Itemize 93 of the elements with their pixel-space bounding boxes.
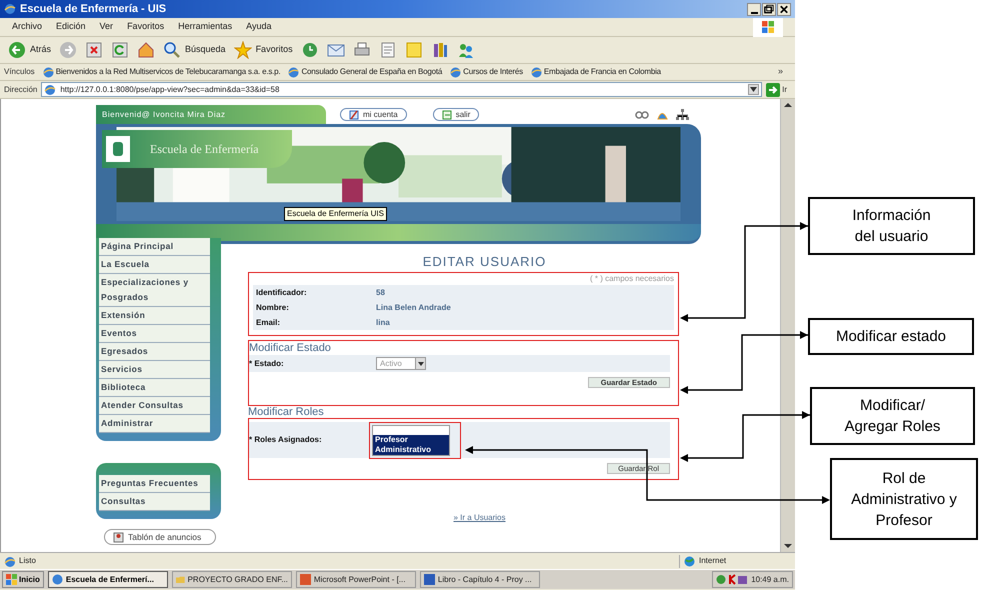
restore-button[interactable] <box>762 2 776 16</box>
close-button[interactable] <box>777 2 791 16</box>
clock: 10:49 a.m. <box>751 574 789 586</box>
nav-link[interactable]: Atender Consultas <box>99 397 210 415</box>
nav-link[interactable]: Administrar <box>99 415 210 433</box>
field-label: Nombre: <box>256 302 290 314</box>
restore-icon <box>763 3 775 15</box>
callout-label: Modificar/ Agregar Roles <box>810 387 975 445</box>
triangle-icon <box>418 362 424 366</box>
callout-label: Modificar estado <box>808 318 974 355</box>
search-button[interactable]: Búsqueda <box>163 41 226 59</box>
menu-item[interactable]: Ayuda <box>246 20 272 34</box>
nav-link[interactable]: Preguntas Frecuentes <box>99 475 210 493</box>
minimize-button[interactable] <box>747 2 761 16</box>
page-icon <box>4 556 15 566</box>
taskbar-button[interactable]: PROYECTO GRADO ENF... <box>172 571 292 588</box>
taskbar-button[interactable]: Libro - Capítulo 4 - Proy ... <box>420 571 540 588</box>
role-option[interactable]: Administrativo <box>373 444 449 454</box>
start-button[interactable]: Inicio <box>2 571 44 588</box>
section-heading: Modificar Roles <box>248 406 325 418</box>
nav-link[interactable]: La Escuela <box>99 256 210 274</box>
arrow-icon <box>766 82 780 96</box>
sitemap-icon[interactable] <box>676 109 689 120</box>
field-label: * Roles Asignados: <box>249 434 323 446</box>
users-link[interactable]: » Ir a Usuarios <box>453 512 506 524</box>
field-label: * Estado: <box>249 358 285 370</box>
nav-link[interactable]: Extensión <box>99 307 210 325</box>
window-title: Escuela de Enfermería - UIS <box>20 2 166 17</box>
exit-button[interactable]: salir <box>432 108 480 121</box>
roles-list[interactable]: Profesor Administrativo <box>372 424 450 456</box>
callout-label: Rol de Administrativo y Profesor <box>830 458 978 540</box>
back-button[interactable]: Atrás <box>8 41 52 59</box>
nav-link[interactable]: Eventos <box>99 325 210 343</box>
refresh-icon[interactable] <box>111 41 130 59</box>
people-icon[interactable] <box>456 41 475 59</box>
nav-link[interactable]: Consultas <box>99 493 210 511</box>
minimize-icon <box>750 12 758 14</box>
windows-flag-icon <box>6 574 17 585</box>
account-button[interactable]: mi cuenta <box>340 108 407 121</box>
close-icon <box>778 3 790 15</box>
welcome-text: Bienvenid@ Ivoncita Mira Diaz <box>102 108 226 120</box>
logo-text: Escuela de Enfermería <box>150 141 259 158</box>
menu-item[interactable]: Favoritos <box>127 20 164 34</box>
nav-link[interactable]: Especializaciones y Posgrados <box>99 274 210 307</box>
field-label: Email: <box>256 316 282 328</box>
search-icon <box>163 41 182 59</box>
pencil-icon <box>349 110 359 120</box>
favorites-button[interactable]: Favoritos <box>234 41 293 59</box>
field-label: Identificador: <box>256 286 308 298</box>
taskbar-button[interactable]: Microsoft PowerPoint - [... <box>296 571 416 588</box>
favorite-link[interactable]: Consulado General de España en Bogotá <box>288 66 442 78</box>
go-button[interactable]: Ir <box>766 82 791 96</box>
links-label: Vínculos <box>4 66 35 78</box>
more-links-chevron[interactable]: » <box>778 65 791 79</box>
field-value: Lina Belen Andrade <box>376 302 451 314</box>
address-field[interactable]: http://127.0.0.1:8080/pse/app-view?sec=admin&da=33&id=58 <box>41 82 762 97</box>
tray-icons <box>716 574 748 585</box>
address-label: Dirección <box>4 84 38 96</box>
nav-link[interactable]: Servicios <box>99 361 210 379</box>
favorite-link[interactable]: Bienvenidos a la Red Multiservicos de Telebucaramanga s.a. e.s.p. <box>42 66 280 78</box>
tooltip: Escuela de Enfermería UIS <box>284 207 387 221</box>
zone-text: Internet <box>699 555 726 567</box>
favorite-link[interactable]: Cursos de Interés <box>450 66 523 78</box>
menu-item[interactable]: Ver <box>100 20 114 34</box>
menu-item[interactable]: Archivo <box>12 20 42 34</box>
favorite-link[interactable]: Embajada de Francia en Colombia <box>530 66 661 78</box>
menu-item[interactable]: Edición <box>56 20 86 34</box>
field-value: 58 <box>376 286 385 298</box>
star-icon <box>234 41 252 59</box>
notice-board-button[interactable]: Tablón de anuncios <box>104 529 216 545</box>
required-note: ( * ) campos necesarios <box>588 273 674 285</box>
role-option[interactable]: Profesor <box>373 434 449 444</box>
glasses-icon[interactable] <box>635 110 649 118</box>
scrollbar[interactable] <box>780 99 795 552</box>
emblem-icon <box>112 141 124 157</box>
section-heading: Modificar Estado <box>249 341 332 355</box>
field-value: lina <box>376 316 390 328</box>
browser-icon <box>4 3 16 15</box>
house-icon[interactable] <box>137 41 156 59</box>
nav-link[interactable]: Biblioteca <box>99 379 210 397</box>
taskbar-button[interactable]: Escuela de Enfermerí... <box>48 571 168 588</box>
page-title: EDITAR USUARIO <box>422 253 548 271</box>
callout-label: Información del usuario <box>808 197 975 255</box>
menu-item[interactable]: Herramientas <box>178 20 232 34</box>
windows-logo <box>753 18 783 36</box>
stop-icon[interactable] <box>85 41 104 59</box>
door-icon <box>442 110 452 120</box>
triangle-icon <box>750 87 758 92</box>
status-text: Listo <box>19 555 36 567</box>
nav-link[interactable]: Egresados <box>99 343 210 361</box>
pin-icon <box>113 532 124 542</box>
folder-icon <box>176 574 185 585</box>
nav-link[interactable]: Página Principal <box>99 238 210 256</box>
